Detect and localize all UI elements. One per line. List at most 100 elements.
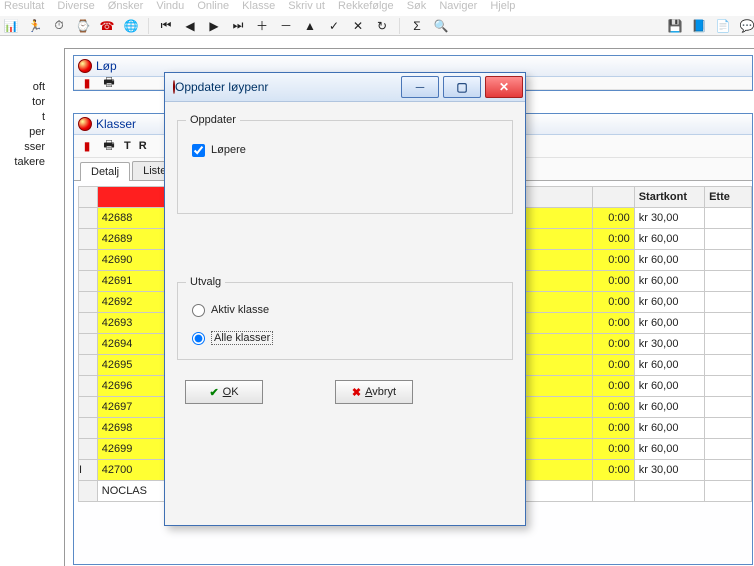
- tree-node[interactable]: takere: [0, 155, 45, 170]
- up-icon[interactable]: ▲: [303, 19, 317, 33]
- msg-icon[interactable]: 💬: [740, 19, 754, 33]
- cell-code[interactable]: 42695: [97, 355, 167, 376]
- row-selector[interactable]: [79, 376, 98, 397]
- cell-code[interactable]: 42692: [97, 292, 167, 313]
- cell-startkont[interactable]: kr 60,00: [634, 418, 704, 439]
- menu-item[interactable]: Rekkefølge: [338, 0, 394, 12]
- cell-startkont[interactable]: kr 30,00: [634, 334, 704, 355]
- cell-code[interactable]: 42699: [97, 439, 167, 460]
- cell-time[interactable]: 0:00: [592, 439, 634, 460]
- row-selector[interactable]: [79, 250, 98, 271]
- menu-item[interactable]: Skriv ut: [288, 0, 325, 12]
- cell-code[interactable]: 42696: [97, 376, 167, 397]
- cell-startkont[interactable]: kr 60,00: [634, 439, 704, 460]
- cell-code[interactable]: 42690: [97, 250, 167, 271]
- cell-startkont[interactable]: [634, 481, 704, 502]
- menu-item[interactable]: Søk: [407, 0, 427, 12]
- cell-code[interactable]: 42697: [97, 397, 167, 418]
- cell-time[interactable]: 0:00: [592, 250, 634, 271]
- row-selector[interactable]: [79, 397, 98, 418]
- first-icon[interactable]: ⏮: [159, 19, 173, 33]
- tool-letter-r[interactable]: R: [139, 140, 147, 152]
- cell-startkont[interactable]: kr 60,00: [634, 355, 704, 376]
- cell-startkont[interactable]: kr 60,00: [634, 250, 704, 271]
- minus-icon[interactable]: －: [279, 19, 293, 33]
- cell-time[interactable]: 0:00: [592, 397, 634, 418]
- next-icon[interactable]: ▶: [207, 19, 221, 33]
- row-selector[interactable]: [79, 229, 98, 250]
- menu-item[interactable]: Ønsker: [108, 0, 143, 12]
- menu-item[interactable]: Hjelp: [490, 0, 515, 12]
- cell-time[interactable]: 0:00: [592, 460, 634, 481]
- tree-node[interactable]: tor: [0, 95, 45, 110]
- cell-ette[interactable]: [705, 292, 752, 313]
- row-selector[interactable]: [79, 334, 98, 355]
- print-icon[interactable]: 🖶: [102, 139, 116, 153]
- cell-code[interactable]: 42693: [97, 313, 167, 334]
- cell-time[interactable]: 0:00: [592, 376, 634, 397]
- cell-time[interactable]: 0:00: [592, 418, 634, 439]
- menu-item[interactable]: Online: [197, 0, 229, 12]
- last-icon[interactable]: ⏭: [231, 19, 245, 33]
- cell-code[interactable]: NOCLAS: [97, 481, 167, 502]
- cell-ette[interactable]: [705, 481, 752, 502]
- cell-time[interactable]: 0:00: [592, 334, 634, 355]
- row-selector[interactable]: [79, 481, 98, 502]
- cell-startkont[interactable]: kr 60,00: [634, 292, 704, 313]
- menu-item[interactable]: Diverse: [57, 0, 94, 12]
- watch-icon[interactable]: ⌚: [76, 19, 90, 33]
- cell-code[interactable]: 42691: [97, 271, 167, 292]
- cell-time[interactable]: 0:00: [592, 208, 634, 229]
- tool-letter-t[interactable]: T: [124, 140, 131, 152]
- cell-code[interactable]: 42700: [97, 460, 167, 481]
- menu-item[interactable]: Naviger: [439, 0, 477, 12]
- row-selector[interactable]: [79, 313, 98, 334]
- cell-startkont[interactable]: kr 60,00: [634, 271, 704, 292]
- phone-icon[interactable]: ☎: [100, 19, 114, 33]
- save-icon[interactable]: 💾: [668, 19, 682, 33]
- cell-code[interactable]: 42698: [97, 418, 167, 439]
- minimize-button[interactable]: ─: [401, 76, 439, 98]
- tree-node[interactable]: oft: [0, 80, 45, 95]
- print-icon[interactable]: 🖶: [102, 76, 116, 90]
- cell-code[interactable]: 42694: [97, 334, 167, 355]
- dialog-titlebar[interactable]: Oppdater løypenr ─ ▢ ✕: [165, 73, 525, 102]
- row-selector[interactable]: [79, 271, 98, 292]
- cell-ette[interactable]: [705, 208, 752, 229]
- sigma-icon[interactable]: Σ: [410, 19, 424, 33]
- radio-alle-klasser[interactable]: [192, 332, 205, 345]
- row-selector[interactable]: [79, 355, 98, 376]
- menu-item[interactable]: Vindu: [156, 0, 184, 12]
- cancel-button[interactable]: ✖ Avbryt: [335, 380, 413, 404]
- tab-detalj[interactable]: Detalj: [80, 162, 130, 181]
- cell-ette[interactable]: [705, 355, 752, 376]
- maximize-button[interactable]: ▢: [443, 76, 481, 98]
- x-icon[interactable]: ✕: [351, 19, 365, 33]
- col-header-code[interactable]: [97, 187, 167, 208]
- cell-startkont[interactable]: kr 60,00: [634, 397, 704, 418]
- cell-ette[interactable]: [705, 334, 752, 355]
- plus-icon[interactable]: ＋: [255, 19, 269, 33]
- col-header-time[interactable]: [592, 187, 634, 208]
- binocular-icon[interactable]: 🔍: [434, 19, 448, 33]
- cell-time[interactable]: 0:00: [592, 229, 634, 250]
- stopwatch-icon[interactable]: ⏱: [52, 19, 66, 33]
- ok-button[interactable]: ✔ OK: [185, 380, 263, 404]
- row-selector[interactable]: [79, 418, 98, 439]
- cell-code[interactable]: 42688: [97, 208, 167, 229]
- cell-startkont[interactable]: kr 60,00: [634, 376, 704, 397]
- cell-startkont[interactable]: kr 60,00: [634, 313, 704, 334]
- cell-ette[interactable]: [705, 271, 752, 292]
- cell-startkont[interactable]: kr 60,00: [634, 229, 704, 250]
- cell-code[interactable]: 42689: [97, 229, 167, 250]
- col-header-ette[interactable]: Ette: [705, 187, 752, 208]
- cell-time[interactable]: [592, 481, 634, 502]
- cell-time[interactable]: 0:00: [592, 271, 634, 292]
- page-icon[interactable]: 📄: [716, 19, 730, 33]
- checkbox-lopere[interactable]: [192, 144, 205, 157]
- book-icon[interactable]: 📘: [692, 19, 706, 33]
- cell-startkont[interactable]: kr 30,00: [634, 460, 704, 481]
- globe-icon[interactable]: 🌐: [124, 19, 138, 33]
- menu-item[interactable]: Resultat: [4, 0, 44, 12]
- cell-time[interactable]: 0:00: [592, 313, 634, 334]
